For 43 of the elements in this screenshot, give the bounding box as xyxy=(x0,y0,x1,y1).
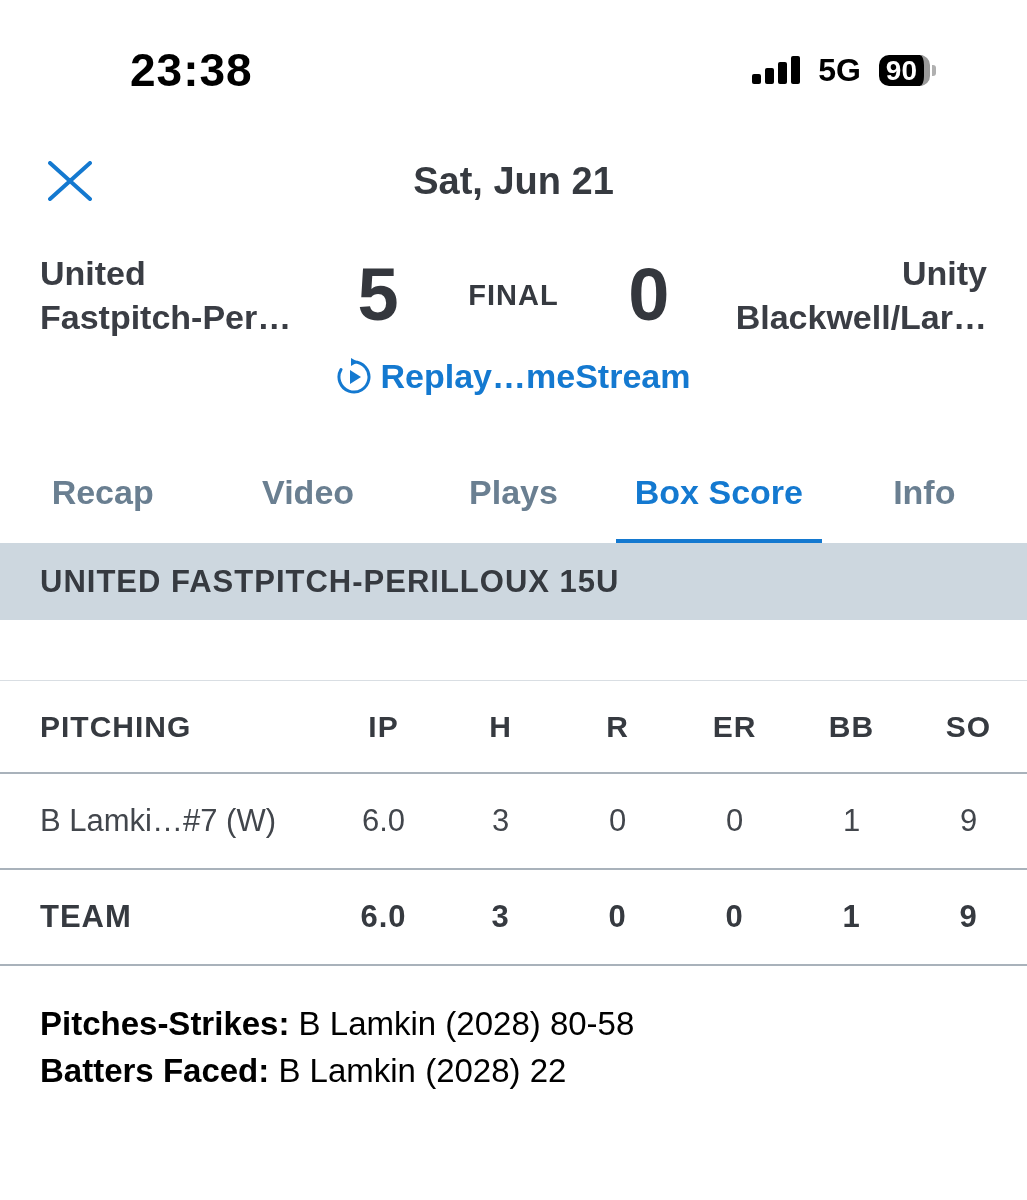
signal-icon xyxy=(752,56,801,84)
column-header: IP xyxy=(367,709,400,745)
column-header: BB xyxy=(827,709,876,745)
section-title: UNITED FASTPITCH-PERILLOUX 15U xyxy=(40,566,620,597)
battery-cap-icon xyxy=(932,64,936,76)
team-name: United Fastpitch-Per… xyxy=(40,253,293,338)
player-name: B Lamki…#7 (W) xyxy=(40,801,277,840)
table-cell-text: 6.0 xyxy=(360,801,407,840)
table-cell-text: 1 xyxy=(841,897,862,936)
close-icon xyxy=(48,161,92,201)
team-name: Unity Blackwell/Lar… xyxy=(734,253,987,338)
network-type: 5G xyxy=(818,54,861,86)
table-cell-text: 3 xyxy=(490,897,511,936)
table-cell-text: 9 xyxy=(958,801,979,840)
battery-level: 90 xyxy=(878,54,930,86)
tab[interactable]: Plays xyxy=(410,445,617,543)
replay-icon xyxy=(336,358,371,394)
tab[interactable]: Recap xyxy=(0,445,206,543)
game-status: FINAL xyxy=(468,280,559,310)
column-header: PITCHING xyxy=(40,709,193,745)
table-cell-text: 6.0 xyxy=(359,897,408,936)
column-header: R xyxy=(605,709,630,745)
team-score: 0 xyxy=(628,258,670,332)
tab[interactable]: Info xyxy=(821,445,1027,543)
column-header: H xyxy=(488,709,513,745)
stat-note: Pitches-Strikes: B Lamkin (2028) 80-58 xyxy=(40,1004,635,1044)
table-cell-text: 0 xyxy=(724,897,745,936)
replay-link[interactable]: Replay…meStream xyxy=(336,358,691,394)
column-header: SO xyxy=(944,709,993,745)
table-cell-text: 1 xyxy=(841,801,862,840)
tab[interactable]: Video xyxy=(205,445,411,543)
team-score: 5 xyxy=(357,258,399,332)
column-header: ER xyxy=(711,709,758,745)
table-cell-text: 9 xyxy=(958,897,979,936)
header-date: Sat, Jun 21 xyxy=(413,162,614,200)
table-cell-text: 3 xyxy=(490,801,511,840)
status-time: 23:38 xyxy=(130,47,253,93)
row-label: TEAM xyxy=(40,897,133,936)
close-button[interactable] xyxy=(46,159,94,203)
table-cell-text: 0 xyxy=(607,897,628,936)
table-cell-text: 0 xyxy=(724,801,745,840)
table-cell-text: 0 xyxy=(607,801,628,840)
stat-note: Batters Faced: B Lamkin (2028) 22 xyxy=(40,1051,567,1091)
